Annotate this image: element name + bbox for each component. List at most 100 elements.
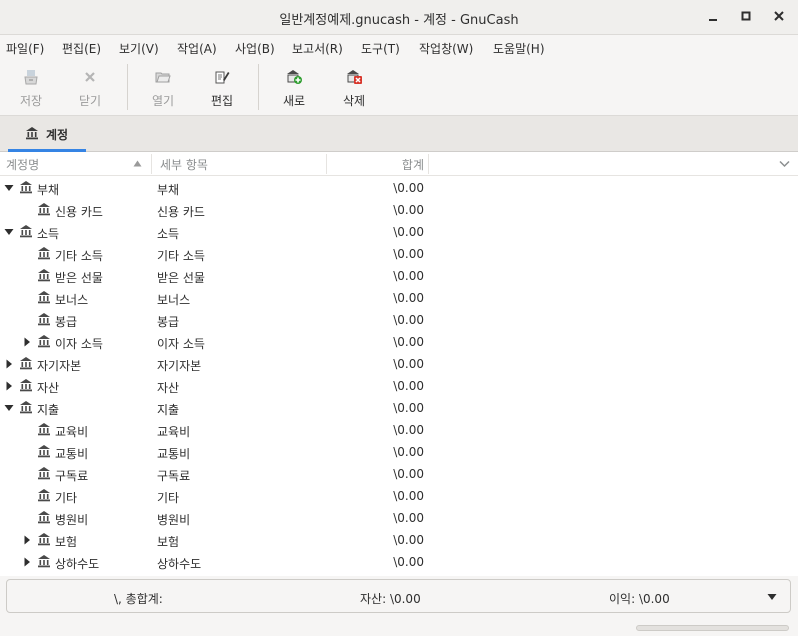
close-icon — [774, 11, 784, 21]
table-row[interactable]: 봉급 봉급 \0.00 — [0, 309, 798, 331]
table-row[interactable]: 구독료 구독료 \0.00 — [0, 463, 798, 485]
menu-windows[interactable]: 작업창(W) — [419, 40, 473, 57]
account-description: 기타 소득 — [157, 249, 205, 263]
account-name: 구독료 — [55, 469, 89, 483]
account-tree[interactable]: 계정명 세부 항목 합계 부채 부채 \0.00 신용 카드 신용 카드 \0.00 소득 소… — [0, 152, 798, 576]
table-row[interactable]: 보너스 보너스 \0.00 — [0, 287, 798, 309]
table-row[interactable]: 상하수도 상하수도 \0.00 — [0, 551, 798, 573]
edit-icon — [215, 71, 230, 84]
column-chooser-icon[interactable] — [779, 160, 790, 168]
sort-ascending-icon — [133, 160, 142, 167]
close-window-button[interactable] — [769, 8, 789, 28]
account-description: 기타 — [157, 491, 180, 505]
bank-icon — [20, 357, 32, 370]
summary-bar[interactable]: \, 총합계: 자산: \0.00 이익: \0.00 — [6, 579, 791, 613]
column-header-description[interactable]: 세부 항목 — [160, 156, 208, 173]
menu-view[interactable]: 보기(V) — [119, 40, 159, 57]
account-name: 봉급 — [55, 315, 78, 329]
close-icon — [85, 72, 95, 82]
collapsed-arrow-icon[interactable] — [22, 535, 32, 545]
summary-assets: 자산: \0.00 — [360, 592, 421, 606]
account-name: 이자 소득 — [55, 337, 103, 351]
bank-icon — [38, 467, 50, 480]
menu-tools[interactable]: 도구(T) — [361, 40, 400, 57]
column-header-total[interactable]: 합계 — [330, 156, 424, 173]
account-name: 신용 카드 — [55, 205, 103, 219]
menu-business[interactable]: 사업(B) — [235, 40, 275, 57]
bank-icon — [20, 401, 32, 414]
tab-accounts-label: 계정 — [46, 128, 69, 142]
table-row[interactable]: 교통비 교통비 \0.00 — [0, 441, 798, 463]
account-name: 교육비 — [55, 425, 89, 439]
collapsed-arrow-icon[interactable] — [22, 337, 32, 347]
account-name: 기타 소득 — [55, 249, 103, 263]
account-total: \0.00 — [393, 203, 424, 217]
dropdown-arrow-icon[interactable] — [767, 593, 777, 601]
expanded-arrow-icon[interactable] — [4, 403, 14, 413]
maximize-button[interactable] — [736, 8, 756, 28]
account-description: 소득 — [157, 227, 180, 241]
table-row[interactable]: 보험 보험 \0.00 — [0, 529, 798, 551]
menu-help[interactable]: 도움말(H) — [493, 40, 545, 57]
new-account-button[interactable]: 새로 — [270, 66, 318, 110]
menu-reports[interactable]: 보고서(R) — [292, 40, 343, 57]
bank-icon — [20, 181, 32, 194]
account-description: 상하수도 — [157, 557, 202, 571]
account-total: \0.00 — [393, 357, 424, 371]
account-description: 보험 — [157, 535, 180, 549]
column-header-name[interactable]: 계정명 — [6, 156, 39, 173]
delete-account-icon — [347, 70, 362, 84]
account-name: 자기자본 — [37, 359, 82, 373]
account-description: 보너스 — [157, 293, 191, 307]
table-row[interactable]: 소득 소득 \0.00 — [0, 221, 798, 243]
bank-icon — [20, 225, 32, 238]
minimize-icon — [709, 19, 717, 21]
column-divider[interactable] — [326, 154, 327, 174]
account-name: 부채 — [37, 183, 60, 197]
table-row[interactable]: 신용 카드 신용 카드 \0.00 — [0, 199, 798, 221]
bank-icon — [38, 489, 50, 502]
collapsed-arrow-icon[interactable] — [22, 557, 32, 567]
account-name: 보너스 — [55, 293, 89, 307]
menu-actions[interactable]: 작업(A) — [177, 40, 217, 57]
account-total: \0.00 — [393, 467, 424, 481]
summary-profit: 이익: \0.00 — [609, 592, 670, 606]
collapsed-arrow-icon[interactable] — [4, 359, 14, 369]
table-row[interactable]: 교육비 교육비 \0.00 — [0, 419, 798, 441]
column-divider[interactable] — [151, 154, 152, 174]
column-divider[interactable] — [428, 154, 429, 174]
open-folder-icon — [155, 72, 171, 83]
table-row[interactable]: 자산 자산 \0.00 — [0, 375, 798, 397]
tab-accounts[interactable]: 계정 — [8, 116, 86, 152]
save-button[interactable]: 저장 — [7, 66, 55, 110]
account-total: \0.00 — [393, 247, 424, 261]
window-title: 일반계정예제.gnucash - 계정 - GnuCash — [279, 13, 519, 28]
account-description: 봉급 — [157, 315, 180, 329]
table-row[interactable]: 부채 부채 \0.00 — [0, 177, 798, 199]
table-row[interactable]: 자기자본 자기자본 \0.00 — [0, 353, 798, 375]
table-row[interactable]: 기타 기타 \0.00 — [0, 485, 798, 507]
account-name: 지출 — [37, 403, 60, 417]
account-description: 이자 소득 — [157, 337, 205, 351]
expanded-arrow-icon[interactable] — [4, 183, 14, 193]
close-button[interactable]: 닫기 — [66, 66, 114, 110]
open-button[interactable]: 열기 — [139, 66, 187, 110]
table-row[interactable]: 기타 소득 기타 소득 \0.00 — [0, 243, 798, 265]
table-row[interactable]: 받은 선물 받은 선물 \0.00 — [0, 265, 798, 287]
edit-button[interactable]: 편집 — [198, 66, 246, 110]
minimize-button[interactable] — [703, 8, 723, 28]
close-label: 닫기 — [78, 94, 102, 108]
new-account-icon — [287, 70, 302, 84]
collapsed-arrow-icon[interactable] — [4, 381, 14, 391]
account-total: \0.00 — [393, 489, 424, 503]
table-row[interactable]: 병원비 병원비 \0.00 — [0, 507, 798, 529]
expanded-arrow-icon[interactable] — [4, 227, 14, 237]
delete-account-button[interactable]: 삭제 — [330, 66, 378, 110]
menu-edit[interactable]: 편집(E) — [62, 40, 101, 57]
account-total: \0.00 — [393, 423, 424, 437]
account-name: 병원비 — [55, 513, 89, 527]
menu-file[interactable]: 파일(F) — [6, 40, 44, 57]
table-row[interactable]: 이자 소득 이자 소득 \0.00 — [0, 331, 798, 353]
menu-bar: 파일(F) 편집(E) 보기(V) 작업(A) 사업(B) 보고서(R) 도구(… — [0, 36, 798, 60]
table-row[interactable]: 지출 지출 \0.00 — [0, 397, 798, 419]
